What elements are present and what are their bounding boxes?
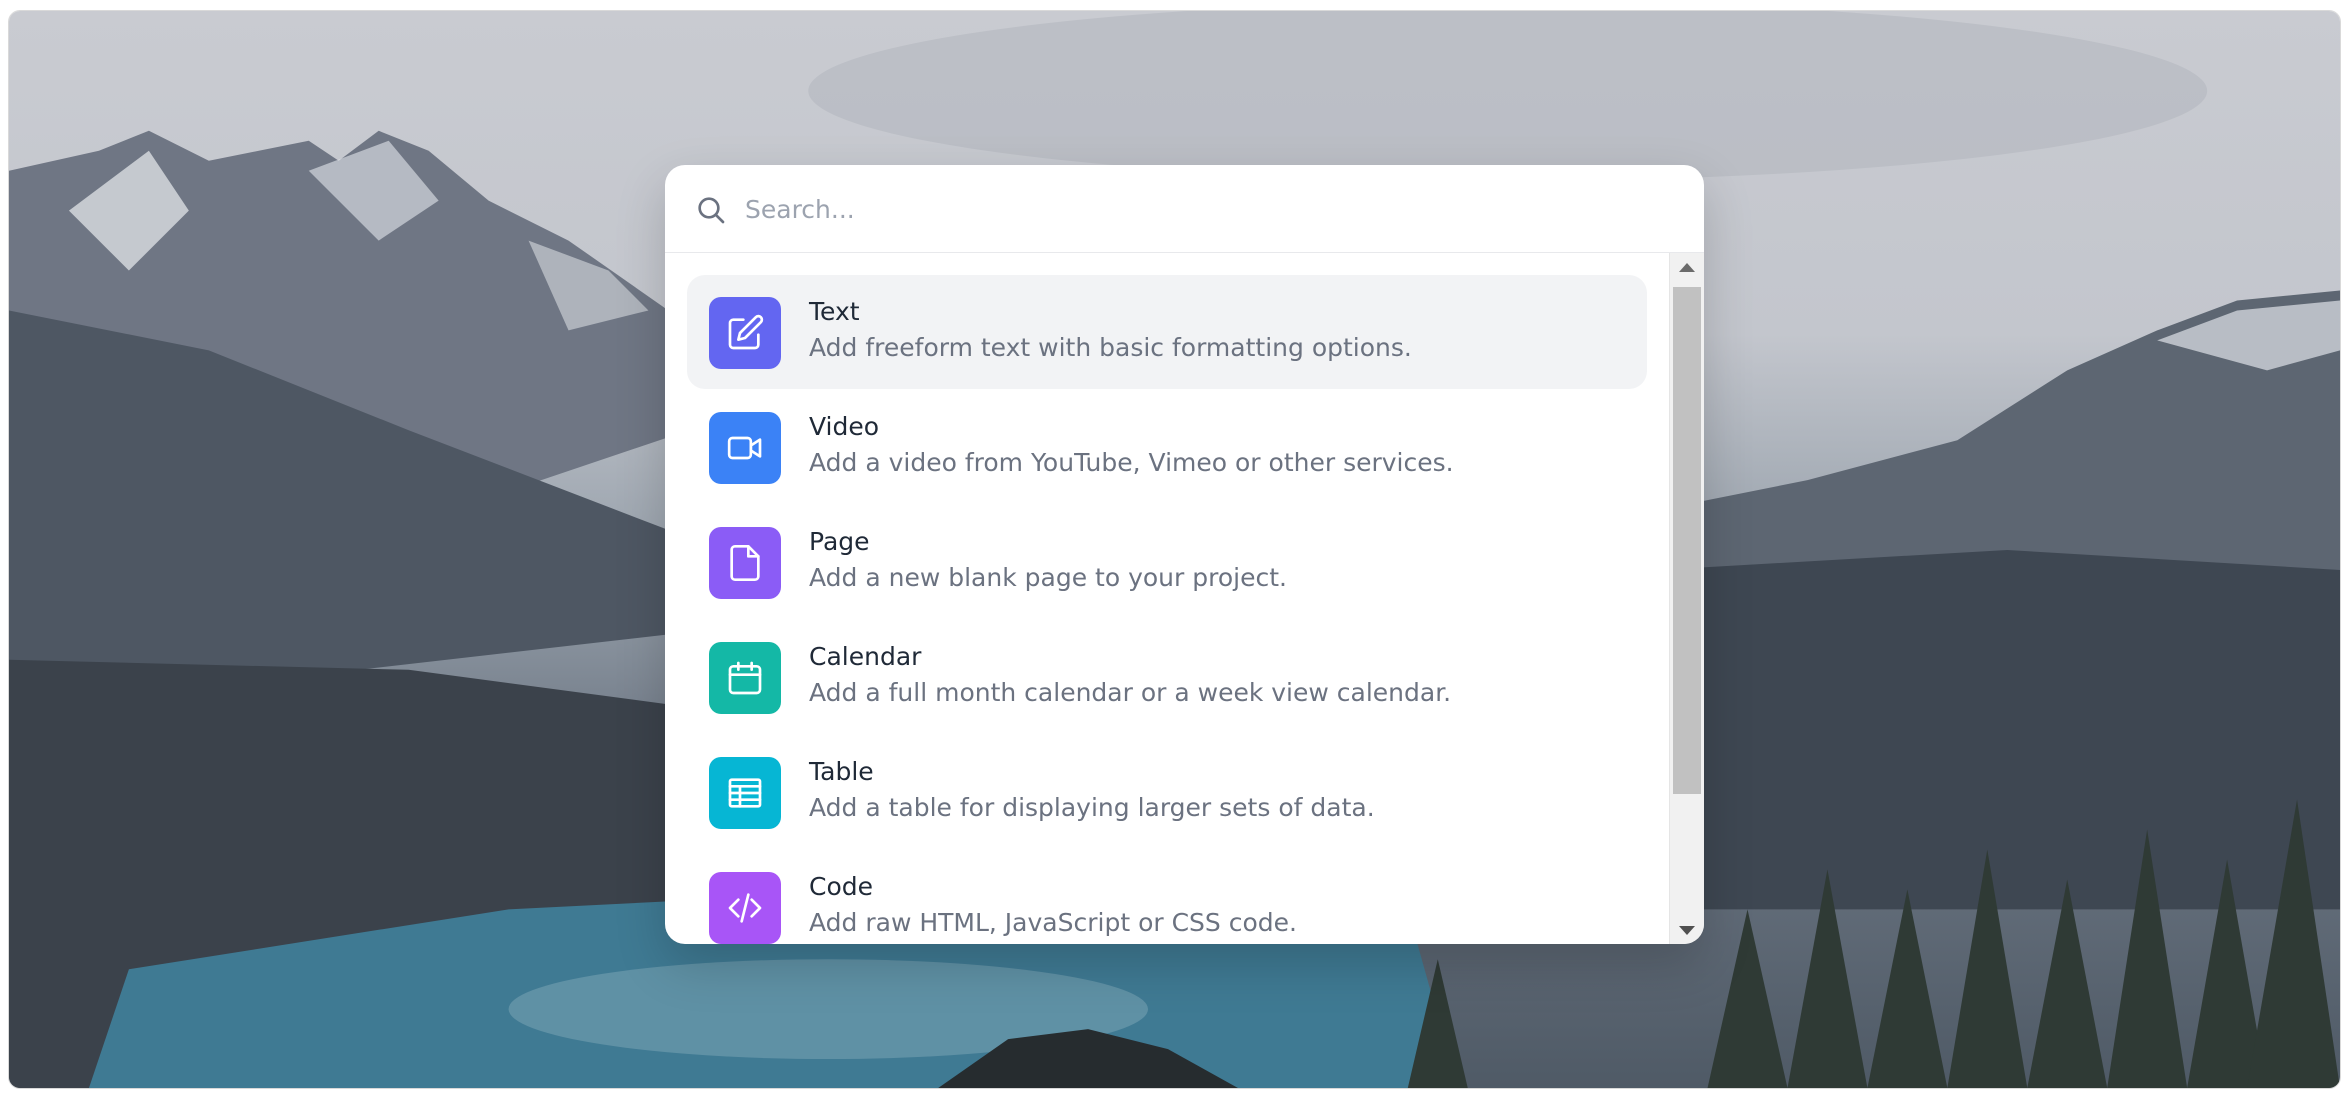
tile-text [709,297,781,369]
item-description: Add a new blank page to your project. [809,563,1287,592]
item-title: Code [809,872,874,901]
item-description: Add freeform text with basic formatting … [809,333,1412,362]
list-item-calendar[interactable]: Calendar Add a full month calendar or a … [687,620,1647,734]
video-camera-icon [727,436,762,460]
table-icon [728,778,762,808]
item-description: Add a video from YouTube, Vimeo or other… [809,448,1454,477]
command-palette: Text Add freeform text with basic format… [665,165,1704,944]
item-title: Page [809,527,870,556]
item-description: Add a table for displaying larger sets o… [809,793,1375,822]
scroll-down-arrow-icon[interactable] [1670,916,1704,944]
tile-calendar [709,642,781,714]
tile-video [709,412,781,484]
list-item-page[interactable]: Page Add a new blank page to your projec… [687,505,1647,619]
search-bar [665,165,1704,253]
item-title: Video [809,412,880,441]
document-icon [730,545,760,581]
search-input[interactable] [743,185,1647,233]
list-item-code[interactable]: Code Add raw HTML, JavaScript or CSS cod… [687,850,1647,944]
scrollbar-thumb[interactable] [1673,287,1701,794]
background-window: Text Add freeform text with basic format… [8,10,2341,1089]
tile-table [709,757,781,829]
list-item-table[interactable]: Table Add a table for displaying larger … [687,735,1647,849]
item-title: Calendar [809,642,922,671]
command-list: Text Add freeform text with basic format… [665,253,1668,944]
list-item-video[interactable]: Video Add a video from YouTube, Vimeo or… [687,390,1647,504]
calendar-icon [728,661,762,695]
item-title: Table [809,757,874,786]
scrollbar[interactable] [1669,253,1704,944]
item-description: Add raw HTML, JavaScript or CSS code. [809,908,1297,937]
search-icon [698,197,725,224]
pencil-square-icon [728,314,764,350]
item-description: Add a full month calendar or a week view… [809,678,1452,707]
tile-code [709,872,781,944]
scroll-up-arrow-icon[interactable] [1670,253,1704,281]
list-item-text[interactable]: Text Add freeform text with basic format… [687,275,1647,389]
item-title: Text [809,297,860,326]
code-icon [728,893,762,923]
tile-page [709,527,781,599]
